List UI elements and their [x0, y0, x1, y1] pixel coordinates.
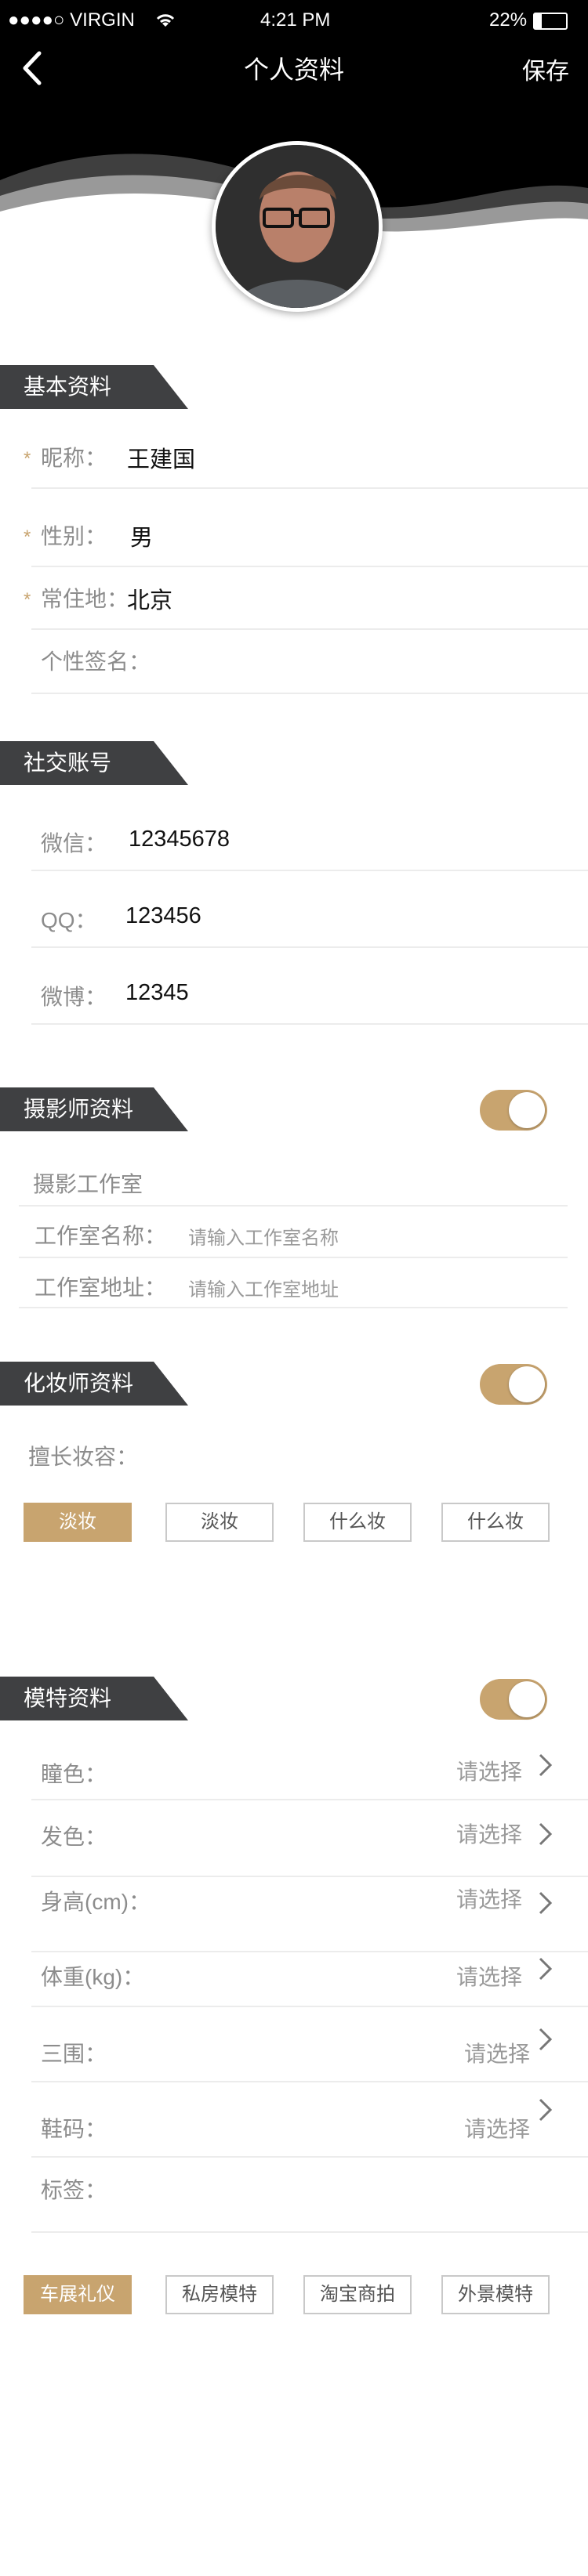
divider: [31, 870, 588, 871]
divider: [31, 2081, 588, 2082]
chevron-right-icon: [539, 1891, 553, 1915]
eye-color-select[interactable]: 请选择: [376, 1755, 522, 1786]
divider: [31, 2006, 588, 2007]
divider: [31, 1876, 588, 1877]
nickname-label: 昵称：: [41, 446, 107, 470]
battery-percent: 22%: [489, 9, 528, 31]
studio-heading: 摄影工作室: [33, 1172, 143, 1196]
photographer-toggle[interactable]: [480, 1090, 547, 1131]
divider: [31, 487, 588, 489]
chevron-right-icon: [539, 1822, 553, 1846]
model-tag-chip[interactable]: 淘宝商拍: [303, 2275, 412, 2314]
wechat-label: 微信：: [41, 831, 107, 856]
chevron-right-icon: [539, 2098, 553, 2122]
model-toggle[interactable]: [480, 1679, 547, 1720]
section-photographer-title: 摄影师资料: [0, 1087, 188, 1131]
measurements-label: 三围：: [41, 2042, 107, 2066]
eye-color-label: 瞳色：: [41, 1762, 107, 1786]
height-label: 身高(cm)：: [41, 1890, 151, 1914]
makeup-chip[interactable]: 什么妆: [303, 1503, 412, 1542]
save-button[interactable]: 保存: [522, 52, 569, 86]
model-tag-chip[interactable]: 外景模特: [441, 2275, 550, 2314]
page-title: 个人资料: [243, 56, 344, 84]
divider: [31, 693, 588, 694]
makeup-chip[interactable]: 淡妆: [165, 1503, 274, 1542]
studio-address-label: 工作室地址：: [34, 1275, 167, 1300]
avatar[interactable]: [212, 141, 383, 312]
chevron-right-icon: [539, 1753, 553, 1777]
gender-value[interactable]: 男: [130, 519, 153, 552]
residence-value[interactable]: 北京: [127, 582, 172, 615]
section-social-title: 社交账号: [0, 741, 188, 785]
divider: [19, 1307, 568, 1308]
divider: [31, 566, 588, 567]
wifi-icon: [156, 14, 175, 27]
qq-value[interactable]: 123456: [125, 903, 201, 929]
studio-name-label: 工作室名称：: [34, 1224, 167, 1248]
studio-address-input[interactable]: 请输入工作室地址: [188, 1274, 339, 1301]
divider: [31, 1799, 588, 1800]
model-tag-chip[interactable]: 私房模特: [165, 2275, 274, 2314]
required-marker: *: [24, 589, 31, 610]
signature-input[interactable]: [157, 639, 564, 678]
divider: [31, 628, 588, 630]
height-select[interactable]: 请选择: [376, 1883, 522, 1914]
model-tags-label: 标签：: [41, 2178, 107, 2202]
weibo-label: 微博：: [41, 985, 107, 1009]
measurements-select[interactable]: 请选择: [384, 2037, 530, 2068]
model-tag-chip[interactable]: 车展礼仪: [24, 2275, 132, 2314]
divider: [31, 946, 588, 948]
nickname-value[interactable]: 王建国: [127, 441, 195, 474]
signature-label: 个性签名：: [41, 649, 151, 674]
wechat-value[interactable]: 12345678: [129, 827, 230, 852]
carrier-signal: ●●●●○ VIRGIN: [8, 9, 135, 31]
section-basic-title: 基本资料: [0, 365, 188, 409]
weight-select[interactable]: 请选择: [376, 1960, 522, 1992]
gender-label: 性别：: [41, 524, 107, 548]
divider: [31, 1023, 588, 1025]
shoe-size-select[interactable]: 请选择: [384, 2112, 530, 2144]
divider: [19, 1257, 568, 1258]
avatar-photo: [216, 145, 379, 308]
makeup-toggle[interactable]: [480, 1364, 547, 1405]
battery-icon: [533, 13, 568, 30]
weight-label: 体重(kg)：: [41, 1965, 145, 1989]
makeup-chip[interactable]: 淡妆: [24, 1503, 132, 1542]
divider: [31, 1951, 588, 1952]
divider: [31, 2231, 588, 2233]
shoe-size-label: 鞋码：: [41, 2117, 107, 2141]
required-marker: *: [24, 448, 31, 469]
qq-label: QQ：: [41, 908, 97, 932]
status-time: 4:21 PM: [260, 9, 331, 31]
makeup-chip[interactable]: 什么妆: [441, 1503, 550, 1542]
chevron-right-icon: [539, 1957, 553, 1981]
makeup-skills-label: 擅长妆容：: [28, 1445, 139, 1469]
hair-color-select[interactable]: 请选择: [376, 1818, 522, 1849]
section-model-title: 模特资料: [0, 1677, 188, 1720]
chevron-right-icon: [539, 2028, 553, 2051]
residence-label: 常住地：: [41, 587, 129, 611]
weibo-value[interactable]: 12345: [125, 980, 189, 1006]
divider: [19, 1205, 568, 1207]
hair-color-label: 发色：: [41, 1825, 107, 1849]
studio-name-input[interactable]: 请输入工作室名称: [188, 1222, 339, 1250]
divider: [31, 2156, 588, 2158]
section-makeup-title: 化妆师资料: [0, 1362, 188, 1406]
required-marker: *: [24, 526, 31, 548]
